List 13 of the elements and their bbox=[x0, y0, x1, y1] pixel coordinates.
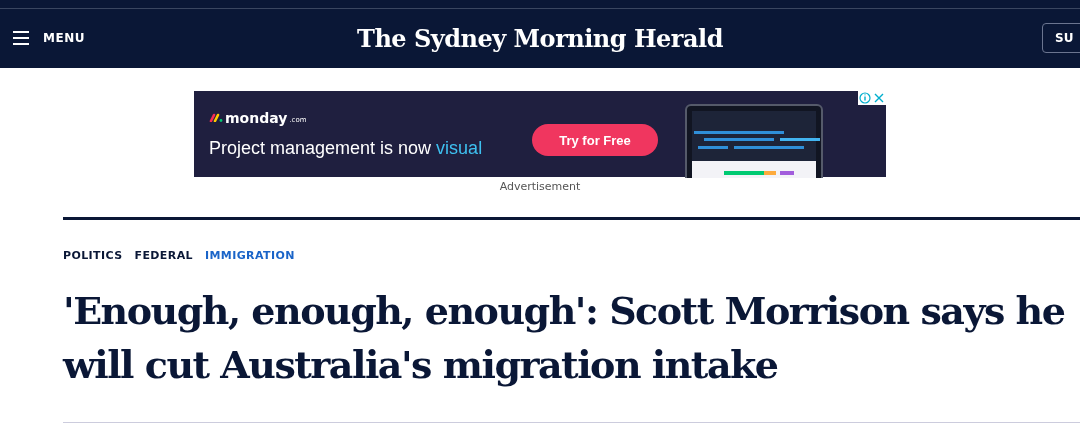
cta-button[interactable]: Try for Free bbox=[532, 124, 658, 156]
breadcrumb-link[interactable]: IMMIGRATION bbox=[205, 249, 295, 262]
ad-headline: Project management is now bbox=[209, 137, 432, 159]
site-logo[interactable]: The Sydney Morning Herald bbox=[357, 23, 723, 53]
menu-icon bbox=[13, 31, 29, 45]
article-headline: 'Enough, enough, enough': Scott Morrison says he will cut Australia's migration intake bbox=[63, 287, 1066, 389]
breadcrumb-link[interactable]: FEDERAL bbox=[134, 249, 193, 262]
menu-button[interactable]: MENU bbox=[0, 31, 85, 45]
subscribe-button[interactable]: SU bbox=[1042, 23, 1080, 53]
ad-choices-icon[interactable] bbox=[858, 91, 886, 105]
breadcrumb-link[interactable]: POLITICS bbox=[63, 249, 123, 262]
ad-caption: Advertisement bbox=[499, 180, 581, 193]
ad-highlight: visual bbox=[436, 137, 483, 159]
